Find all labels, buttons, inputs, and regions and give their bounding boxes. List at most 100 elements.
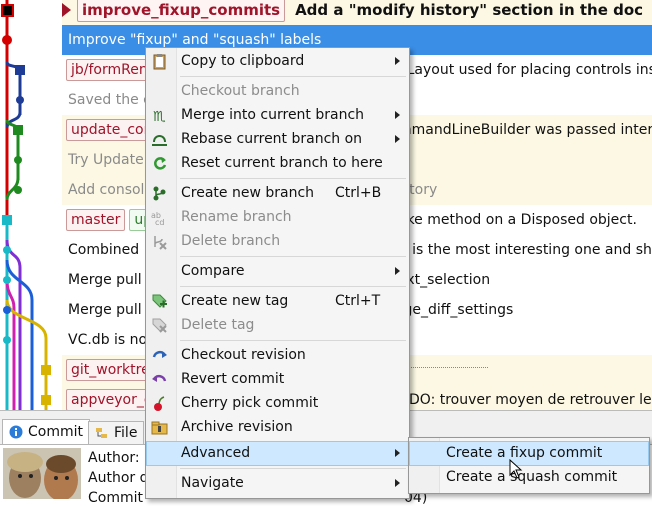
commit-message: Saved the c: [68, 92, 151, 108]
cherry-icon: [154, 396, 165, 411]
tab-file-tree[interactable]: File: [88, 421, 145, 445]
tab-commit-label: Commit: [28, 424, 83, 440]
submenu-arrow-icon: [395, 135, 400, 143]
tab-commit[interactable]: Commit: [2, 419, 90, 445]
commit-message: Combined: [68, 242, 140, 258]
commit-message: eLayout used for placing controls insi: [398, 62, 652, 78]
branch-label[interactable]: appveyor_c: [66, 389, 157, 410]
commit-node: [1, 4, 14, 17]
commit-message: ODO: trouver moyen de retrouver le: [398, 392, 652, 408]
commit-message: mmandLineBuilder was passed intern: [398, 122, 652, 138]
menu-separator: [180, 468, 406, 469]
menu-item-advanced[interactable]: Advanced: [146, 441, 409, 466]
menu-item-archive-revision[interactable]: Archive revision: [147, 416, 408, 439]
menu-separator: [180, 256, 406, 257]
menu-item-copy-to-clipboard[interactable]: Copy to clipboard: [147, 50, 408, 73]
menu-item-rename-branch[interactable]: ab cd Rename branch: [147, 206, 408, 229]
committer-label: Commit: [88, 490, 143, 506]
rename-branch-icon: ab cd: [151, 211, 164, 226]
commit-message: Improve "fixup" and "squash" labels: [68, 32, 322, 48]
menu-item-delete-branch[interactable]: Delete branch: [147, 230, 408, 253]
tab-file-label: File: [114, 425, 138, 441]
branch-label[interactable]: jb/formRen: [66, 59, 153, 81]
menu-item-cherry-pick-commit[interactable]: Cherry pick commit: [147, 392, 408, 415]
menu-item-create-squash-commit[interactable]: Create a squash commit: [410, 466, 648, 489]
branch-label[interactable]: improve_fixup_commits: [77, 0, 286, 22]
file-tree-icon: [96, 428, 107, 438]
commit-node: [13, 125, 23, 135]
delete-branch-icon: [154, 236, 167, 250]
menu-item-create-new-branch[interactable]: Create new branch Ctrl+B: [147, 182, 408, 205]
context-menu[interactable]: Copy to clipboard Checkout branch ♏ Merg…: [145, 47, 410, 499]
commit-message: VC.db is no: [68, 332, 148, 348]
menu-item-revert-commit[interactable]: Revert commit: [147, 368, 408, 391]
reset-icon: [154, 157, 167, 170]
rebase-icon: [152, 135, 167, 146]
commit-message-tail: rge_diff_settings: [398, 302, 514, 318]
commit-node: [2, 215, 12, 225]
submenu-arrow-icon: [395, 111, 400, 119]
revert-icon: [152, 374, 167, 382]
clipboard-icon: [153, 54, 166, 70]
commit-message-tail: ff is the most interesting one and sho: [398, 242, 652, 258]
menu-item-checkout-revision[interactable]: Checkout revision: [147, 344, 408, 367]
commit-node: [16, 96, 24, 104]
menu-separator: [180, 286, 406, 287]
info-icon: [9, 425, 23, 439]
shortcut-text: Ctrl+T: [335, 293, 381, 309]
submenu-arrow-icon: [395, 57, 400, 65]
commit-message: Merge pull: [68, 272, 142, 288]
commit-node: [15, 65, 25, 75]
author-label: Author:: [88, 450, 140, 466]
menu-item-checkout-branch[interactable]: Checkout branch: [147, 80, 408, 103]
commit-node: [41, 395, 51, 405]
commit-node: [14, 186, 22, 194]
commit-row[interactable]: improve_fixup_commits Add a "modify hist…: [62, 0, 652, 25]
menu-separator: [180, 178, 406, 179]
checkout-revision-icon: [152, 350, 167, 358]
avatar: [3, 448, 81, 499]
commit-message: Add consol: [68, 182, 145, 198]
branch-label[interactable]: master: [66, 209, 126, 231]
menu-item-reset-current-branch[interactable]: Reset current branch to here: [147, 152, 408, 175]
branch-label[interactable]: git_worktre: [66, 359, 155, 381]
new-tag-icon: [152, 294, 167, 308]
advanced-submenu[interactable]: Create a fixup commit Create a squash co…: [408, 437, 650, 494]
delete-tag-icon: [152, 318, 167, 333]
commit-node: [41, 365, 51, 375]
menu-item-delete-tag[interactable]: Delete tag: [147, 314, 408, 337]
archive-icon: [151, 421, 168, 435]
commit-message-tail: ext_selection: [398, 272, 491, 288]
menu-separator: [180, 76, 406, 77]
submenu-arrow-icon: [395, 267, 400, 275]
commit-message: Try Update: [68, 152, 144, 168]
author-date-label: Author d: [88, 470, 149, 486]
commit-node: [2, 35, 12, 45]
menu-item-navigate[interactable]: Navigate: [147, 472, 408, 495]
commit-node: [3, 306, 11, 314]
current-branch-arrow: [62, 3, 71, 17]
menu-item-rebase-current-branch-on[interactable]: Rebase current branch on: [147, 128, 408, 151]
menu-separator: [180, 340, 406, 341]
mouse-cursor-icon: [509, 459, 523, 479]
commit-message: Add a "modify history" section in the do…: [295, 1, 644, 19]
svg-text:cd: cd: [155, 218, 164, 226]
submenu-arrow-icon: [395, 479, 400, 487]
submenu-arrow-icon: [395, 449, 400, 457]
merge-icon: ♏: [153, 109, 166, 124]
commit-graph: [1, 0, 51, 410]
branch-label[interactable]: update_cor: [66, 119, 155, 141]
commit-node: [3, 276, 11, 284]
svg-text:♏: ♏: [153, 109, 166, 124]
menu-item-create-fixup-commit[interactable]: Create a fixup commit: [409, 441, 649, 466]
commit-node: [3, 336, 11, 344]
new-branch-icon: [153, 186, 166, 201]
menu-item-compare[interactable]: Compare: [147, 260, 408, 283]
menu-item-create-new-tag[interactable]: Create new tag Ctrl+T: [147, 290, 408, 313]
commit-node: [14, 156, 22, 164]
commit-message: Merge pull: [68, 302, 142, 318]
commit-message: oke method on a Disposed object.: [398, 212, 637, 228]
shortcut-text: Ctrl+B: [335, 185, 382, 201]
dotted-line: [408, 367, 488, 368]
menu-item-merge-into-current-branch[interactable]: ♏ Merge into current branch: [147, 104, 408, 127]
